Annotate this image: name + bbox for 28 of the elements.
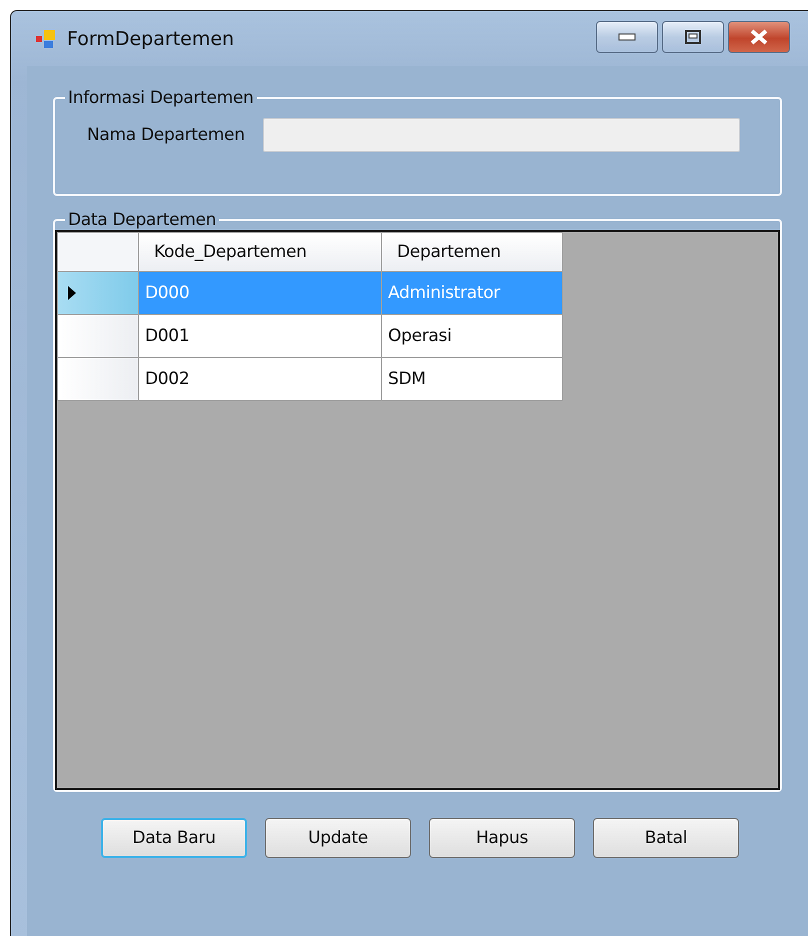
minimize-icon xyxy=(618,32,636,40)
maximize-icon xyxy=(685,30,701,44)
row-header[interactable] xyxy=(58,315,138,357)
maximize-button[interactable] xyxy=(662,20,724,52)
minimize-button[interactable] xyxy=(596,20,658,52)
column-header[interactable]: Kode_Departemen xyxy=(139,233,381,271)
table-cell: D002 xyxy=(139,358,381,400)
row-pointer-icon xyxy=(68,286,76,300)
row-header[interactable] xyxy=(58,358,138,400)
form-button[interactable]: Update xyxy=(265,818,411,858)
form-icon xyxy=(35,28,57,50)
window-title: FormDepartemen xyxy=(67,28,236,50)
group-title: Data Departemen xyxy=(67,210,218,230)
row-header[interactable] xyxy=(58,272,138,314)
name-field[interactable] xyxy=(262,118,740,152)
form-button[interactable]: Batal xyxy=(593,818,739,858)
table-cell: Administrator xyxy=(382,272,562,314)
close-icon xyxy=(749,28,769,44)
column-header[interactable]: Departemen xyxy=(382,233,562,271)
table-cell: Operasi xyxy=(382,315,562,357)
form-button[interactable]: Hapus xyxy=(429,818,575,858)
field-label: Nama Departemen xyxy=(87,125,245,145)
group-title: Informasi Departemen xyxy=(67,88,254,108)
close-button[interactable] xyxy=(728,20,790,52)
table-cell: D000 xyxy=(139,272,381,314)
table-cell: D001 xyxy=(139,315,381,357)
table-cell: SDM xyxy=(382,358,562,400)
form-button[interactable]: Data Baru xyxy=(101,818,247,858)
